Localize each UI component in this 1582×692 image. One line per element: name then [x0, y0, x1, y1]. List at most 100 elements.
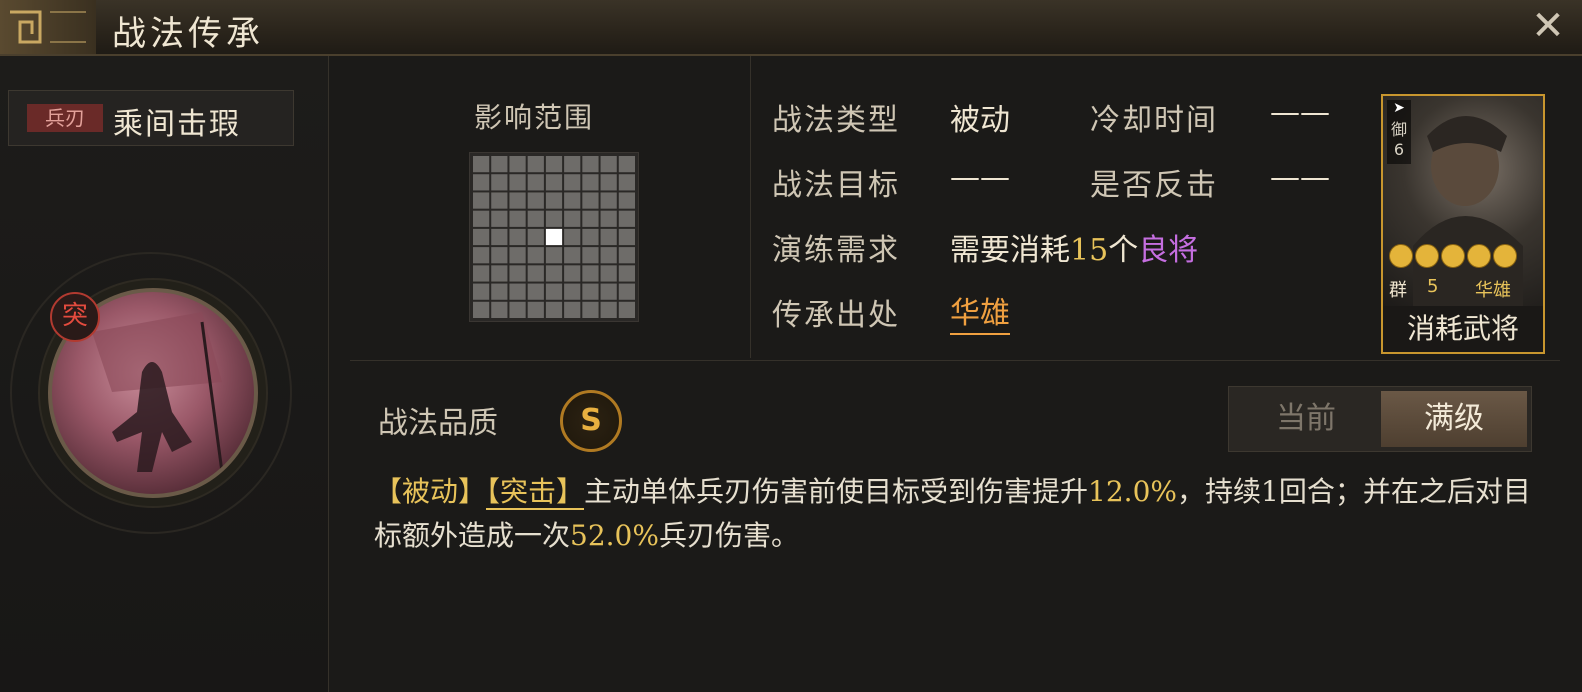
- area-label: 影响范围: [474, 101, 595, 134]
- grid-cell: [491, 174, 508, 191]
- grid-cell: [545, 247, 563, 264]
- skill-description: 【被动】【突击】主动单体兵刃伤害前使目标受到伤害提升12.0%，持续1回合；并在…: [374, 470, 1544, 558]
- grid-cell: [527, 301, 544, 318]
- hero-card[interactable]: ➤ 御 6 群 5 华雄 消耗武将: [1381, 94, 1545, 354]
- grid-cell: [509, 192, 526, 209]
- grid-cell: [509, 156, 526, 173]
- grid-cell: [545, 192, 563, 209]
- grid-cell: [545, 210, 563, 227]
- troop-char: 御: [1390, 120, 1407, 139]
- grid-cell: [509, 247, 526, 264]
- grid-cell: [509, 301, 526, 318]
- grid-cell: [473, 210, 490, 227]
- area-grid: [469, 152, 639, 322]
- grid-cell: [618, 210, 635, 227]
- area-grid-svg: [473, 156, 635, 318]
- origin-hero-link[interactable]: 华雄: [950, 296, 1010, 335]
- grid-cell: [600, 174, 617, 191]
- grid-cell: [582, 301, 599, 318]
- hero-card-footer: 消耗武将: [1383, 306, 1543, 352]
- grid-cell: [600, 210, 617, 227]
- grid-cell: [545, 156, 563, 173]
- grid-cell: [473, 247, 490, 264]
- page-title: 战法传承: [112, 14, 264, 54]
- grid-cell: [618, 192, 635, 209]
- train-item: 良将: [1138, 233, 1199, 268]
- grid-cell: [618, 156, 635, 173]
- skill-target-value: ——: [950, 160, 1010, 195]
- counter-value: ——: [1270, 160, 1330, 195]
- train-prefix: 需要消耗: [950, 233, 1070, 268]
- grid-cell: [527, 265, 544, 282]
- star-icon: [1493, 244, 1517, 268]
- origin-label: 传承出处: [772, 298, 900, 333]
- grid-cell: [491, 228, 508, 246]
- desc-num-2: 52.0%: [570, 519, 659, 552]
- grid-cell: [491, 301, 508, 318]
- quality-label: 战法品质: [378, 406, 498, 441]
- hero-info: 群 5 华雄: [1383, 272, 1543, 302]
- grid-cell: [600, 192, 617, 209]
- desc-tag-assault[interactable]: 【突击】: [486, 475, 585, 510]
- title-bar: 战法传承 ✕: [0, 0, 1582, 56]
- train-unit: 个: [1108, 233, 1139, 268]
- max-level-tab[interactable]: 满级: [1381, 391, 1527, 447]
- train-count: 15: [1070, 233, 1109, 268]
- grid-cell: [491, 192, 508, 209]
- star-icon: [1441, 244, 1465, 268]
- grid-cell: [545, 301, 563, 318]
- grid-cell: [527, 210, 544, 227]
- grid-cell: [473, 265, 490, 282]
- grid-cell: [564, 265, 581, 282]
- skill-type-label: 战法类型: [772, 103, 900, 138]
- current-level-tab[interactable]: 当前: [1233, 391, 1379, 447]
- header-ornament: [0, 0, 96, 54]
- counter-label: 是否反击: [1090, 168, 1218, 203]
- grid-cell: [491, 283, 508, 300]
- grid-cell: [564, 283, 581, 300]
- grid-cell: [491, 156, 508, 173]
- grid-cell: [509, 228, 526, 246]
- train-requirement: 需要消耗15个良将: [950, 225, 1198, 269]
- hero-stars: [1389, 244, 1517, 268]
- grid-cell: [564, 301, 581, 318]
- desc-text-1: 主动单体兵刃伤害前使目标受到伤害提升: [584, 475, 1089, 508]
- grid-cell: [600, 301, 617, 318]
- grid-cell: [527, 192, 544, 209]
- hero-cost: 5: [1427, 276, 1439, 297]
- star-icon: [1467, 244, 1491, 268]
- grid-cell: [564, 210, 581, 227]
- cooldown-label: 冷却时间: [1090, 103, 1218, 138]
- grid-cell: [527, 156, 544, 173]
- grid-cell: [582, 283, 599, 300]
- divider-horizontal: [350, 360, 1560, 361]
- grid-cell: [582, 265, 599, 282]
- grid-cell: [473, 174, 490, 191]
- grid-cell: [564, 156, 581, 173]
- grid-cell: [618, 228, 635, 246]
- damage-type-badge: 兵刃: [27, 104, 103, 132]
- grid-cell: [509, 174, 526, 191]
- grid-cell: [473, 156, 490, 173]
- grid-cell: [545, 174, 563, 191]
- skill-tag[interactable]: 兵刃 乘间击瑕: [8, 90, 294, 146]
- grid-cell: [618, 247, 635, 264]
- quality-grade-badge: S: [560, 390, 622, 452]
- grid-cell: [545, 265, 563, 282]
- grid-cell: [582, 156, 599, 173]
- close-icon[interactable]: ✕: [1526, 4, 1570, 48]
- grid-cell: [564, 247, 581, 264]
- desc-text-3: 兵刃伤害。: [658, 519, 799, 552]
- grid-cell: [545, 283, 563, 300]
- grid-cell-center: [545, 228, 563, 246]
- grid-cell: [582, 247, 599, 264]
- grid-cell: [564, 228, 581, 246]
- grid-cell: [582, 174, 599, 191]
- grid-cell: [582, 228, 599, 246]
- grid-cell: [600, 228, 617, 246]
- grid-cell: [509, 210, 526, 227]
- grid-cell: [527, 247, 544, 264]
- grid-cell: [491, 247, 508, 264]
- grid-cell: [600, 265, 617, 282]
- grid-cell: [509, 283, 526, 300]
